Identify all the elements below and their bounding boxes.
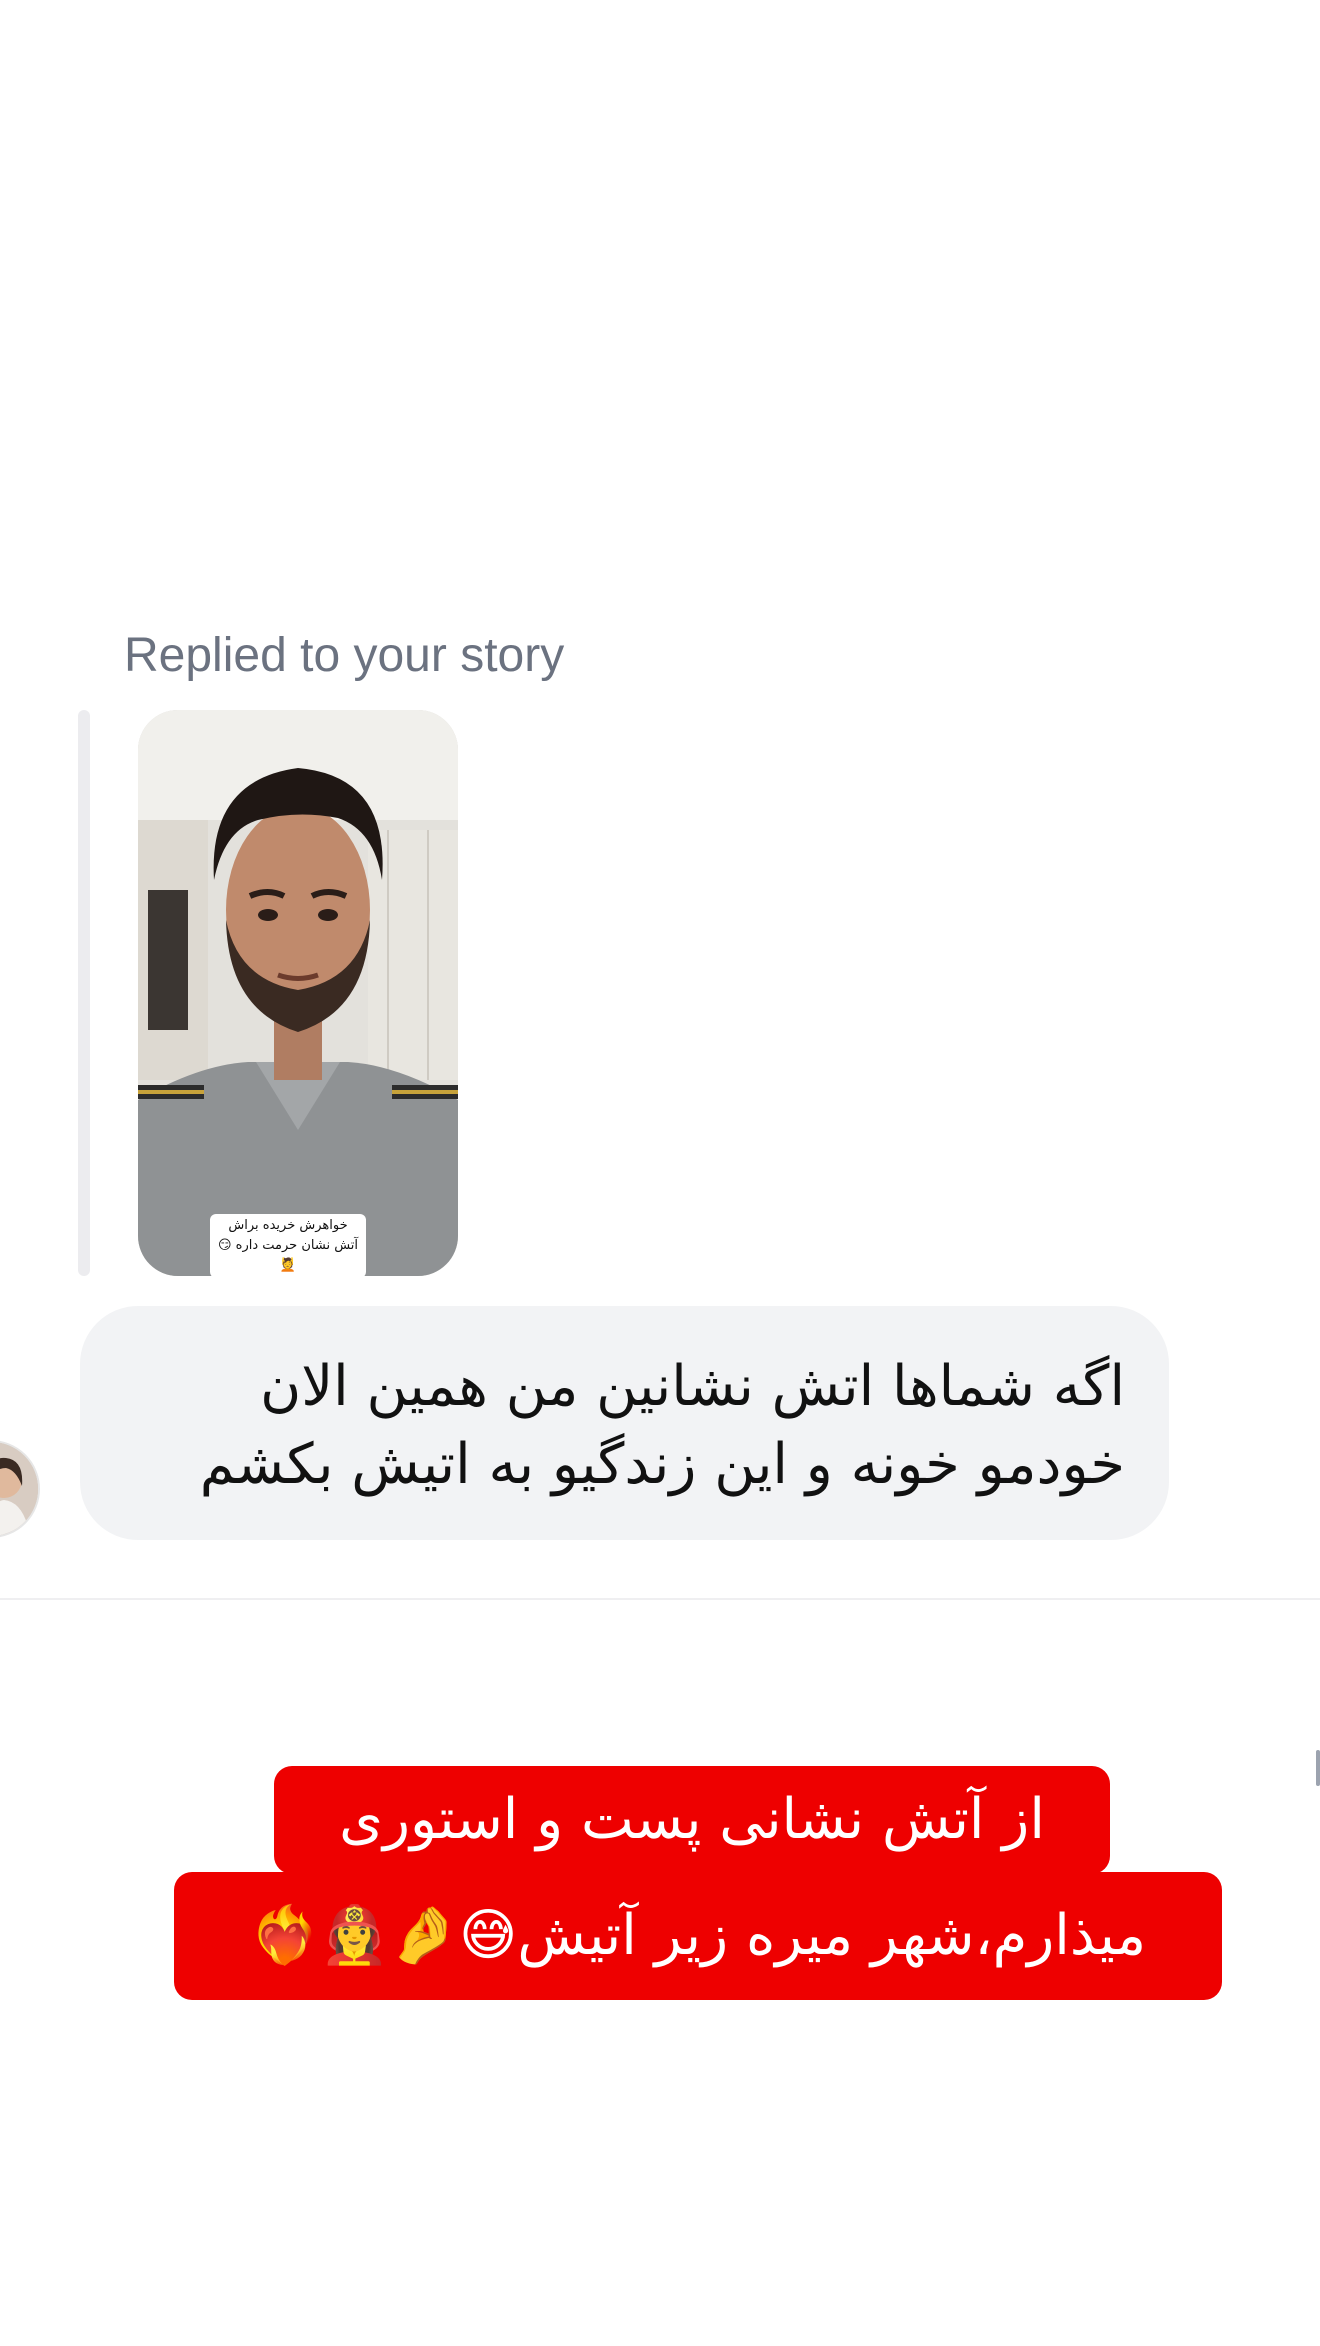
- sender-avatar[interactable]: [0, 1440, 40, 1538]
- edge-indicator: [1316, 1750, 1320, 1786]
- divider: [0, 1598, 1320, 1600]
- story-photo: [138, 710, 458, 1276]
- story-caption-line-1: خواهرش خریده براش: [228, 1218, 348, 1233]
- reply-quote-bar: [78, 710, 90, 1276]
- message-text: اگه شماها اتش نشانین من همین الان خودمو …: [199, 1354, 1125, 1497]
- avatar-photo: [0, 1442, 38, 1536]
- story-thumbnail[interactable]: خواهرش خریده براش آتش نشان حرمت داره 😏💆: [138, 710, 458, 1276]
- story-caption-sticker: خواهرش خریده براش آتش نشان حرمت داره 😏💆: [210, 1214, 366, 1276]
- story-reply-label: Replied to your story: [124, 629, 565, 682]
- message-bubble[interactable]: اگه شماها اتش نشانین من همین الان خودمو …: [80, 1306, 1169, 1540]
- story-caption-line-2: آتش نشان حرمت داره 😏💆: [217, 1238, 359, 1273]
- caption-line-2: میذارم،شهر میره زیر آتیش😅🤌👩‍🚒❤️‍🔥: [174, 1872, 1222, 2000]
- caption-line-1: از آتش نشانی پست و استوری: [274, 1766, 1110, 1874]
